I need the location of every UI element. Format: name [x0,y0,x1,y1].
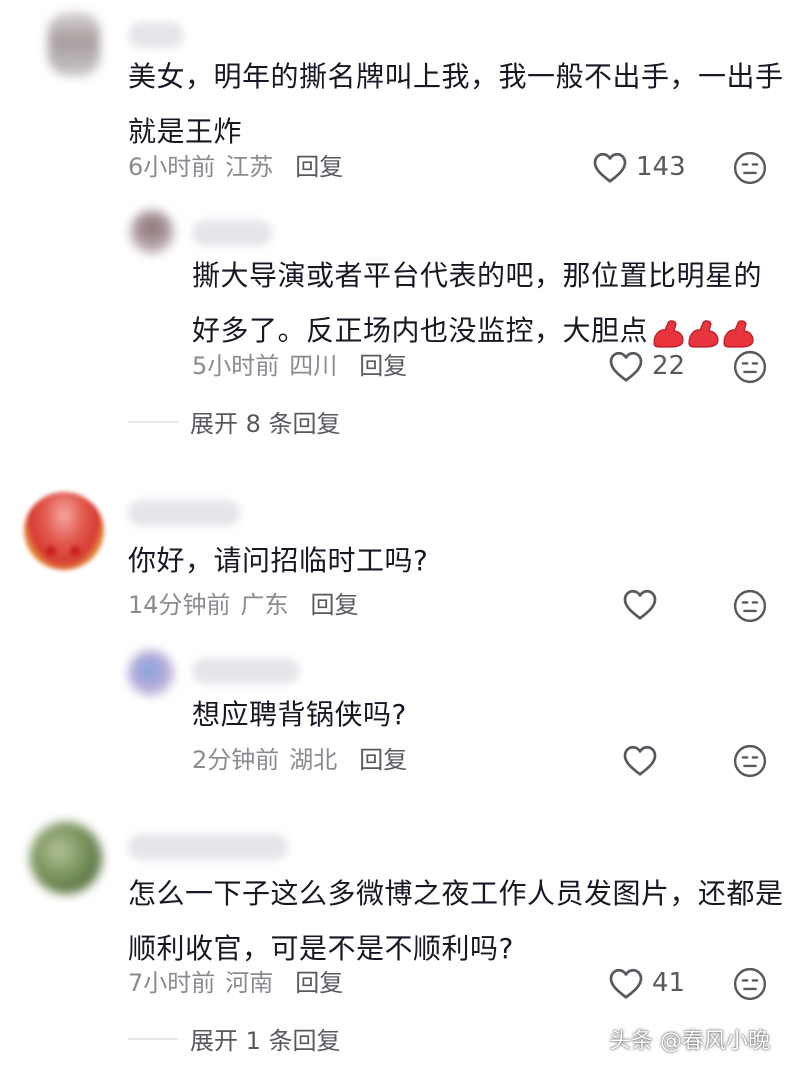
expand-replies-button[interactable]: 展开 1 条回复 [128,1021,341,1056]
like-count: 22 [652,351,686,381]
timestamp: 5小时前 [192,352,280,380]
avatar-blush [70,546,80,556]
avatar-blush [46,546,56,556]
expand-replies-button[interactable]: 展开 8 条回复 [128,404,341,439]
comment-text: 怎么一下子这么多微博之夜工作人员发图片，还都是 顺利收官，可是不是不顺利吗? [128,866,784,976]
location: 四川 [289,352,338,380]
meh-face-icon[interactable] [733,151,767,185]
timestamp: 14分钟前 [128,591,231,619]
avatar[interactable] [130,210,174,254]
comment-text-line: 怎么一下子这么多微博之夜工作人员发图片，还都是 [128,877,784,910]
flexed-biceps-emoji [648,314,755,348]
like-button[interactable]: 41 [608,966,685,1000]
avatar[interactable] [128,650,174,696]
meh-face-icon[interactable] [733,589,767,623]
avatar[interactable] [24,492,104,570]
expand-replies-label: 展开 8 条回复 [190,410,341,438]
divider-line [128,420,178,423]
heart-outline-icon [623,589,657,620]
reply-button[interactable]: 回复 [359,352,407,380]
reply-button[interactable]: 回复 [295,969,343,997]
heart-outline-icon [593,152,627,183]
comment-text-line: 你好，请问招临时工吗? [128,544,429,577]
reply-button[interactable]: 回复 [311,591,359,619]
meh-face-icon[interactable] [733,350,767,384]
username[interactable] [128,834,288,860]
location: 广东 [240,591,289,619]
heart-outline-icon [609,968,643,999]
like-button[interactable]: 143 [592,150,686,184]
like-button[interactable]: 22 [608,349,685,383]
like-count: 41 [652,968,686,998]
heart-outline-icon [623,745,657,776]
timestamp: 7小时前 [128,969,216,997]
location: 湖北 [289,746,338,774]
meh-face-icon[interactable] [733,744,767,778]
comment-text-line: 撕大导演或者平台代表的吧，那位置比明星的 [192,259,763,292]
heart-outline-icon [609,351,643,382]
username[interactable] [128,22,184,48]
comment-text: 撕大导演或者平台代表的吧，那位置比明星的 好多了。反正场内也没监控，大胆点 [192,248,762,358]
comment-text: 想应聘背锅侠吗? [192,687,407,742]
comment-text-span: 好多了。反正场内也没监控，大胆点 [192,314,649,347]
comment-meta: 7小时前 河南 回复 [128,968,343,998]
comment-meta: 14分钟前 广东 回复 [128,590,359,620]
expand-replies-label: 展开 1 条回复 [190,1027,341,1055]
meh-face-icon[interactable] [733,967,767,1001]
like-count: 143 [636,152,686,182]
comment-text: 美女，明年的撕名牌叫上我，我一般不出手，一出手 就是王炸 [128,49,784,159]
location: 河南 [225,969,274,997]
username[interactable] [192,658,300,684]
timestamp: 6小时前 [128,153,216,181]
like-button[interactable] [622,587,666,621]
comment-meta: 2分钟前 湖北 回复 [192,745,407,775]
timestamp: 2分钟前 [192,746,280,774]
location: 江苏 [225,153,274,181]
username[interactable] [128,500,240,526]
reply-button[interactable]: 回复 [295,153,343,181]
watermark: 头条 @春风小晚 [609,1029,770,1054]
comment-text: 你好，请问招临时工吗? [128,533,428,588]
comment-text-line: 想应聘背锅侠吗? [192,698,407,731]
divider-line [128,1037,178,1040]
comment-meta: 6小时前 江苏 回复 [128,152,343,182]
username[interactable] [192,220,272,246]
comment-meta: 5小时前 四川 回复 [192,351,407,381]
avatar[interactable] [30,822,102,894]
like-button[interactable] [622,743,666,777]
avatar[interactable] [48,12,100,76]
reply-button[interactable]: 回复 [359,746,407,774]
comment-text-line: 美女，明年的撕名牌叫上我，我一般不出手，一出手 [128,60,784,93]
